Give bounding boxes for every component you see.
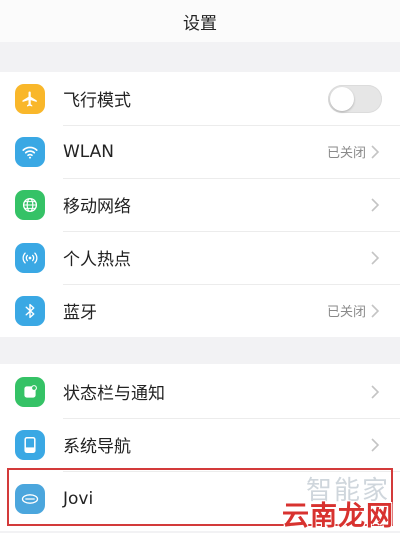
wifi-icon: [15, 136, 45, 167]
toggle-knob: [330, 86, 354, 111]
setting-label: 个人热点: [63, 250, 131, 270]
setting-label: 系统导航: [63, 437, 131, 457]
setting-row-system-navigation[interactable]: 系统导航: [0, 418, 400, 471]
setting-row-jovi[interactable]: Jovi: [0, 472, 400, 525]
top-bar: 设置: [0, 0, 400, 42]
globe-icon: [15, 189, 45, 220]
navigation-icon: [15, 429, 45, 460]
setting-label: 移动网络: [63, 197, 131, 217]
notification-icon: [15, 376, 45, 407]
setting-row-bluetooth[interactable]: 蓝牙 已关闭: [0, 284, 400, 337]
setting-row-wlan[interactable]: WLAN 已关闭: [0, 125, 400, 178]
airplane-mode-toggle[interactable]: [328, 84, 382, 113]
setting-row-personal-hotspot[interactable]: 个人热点: [0, 231, 400, 284]
hotspot-icon: [15, 242, 45, 273]
page-title: 设置: [183, 13, 217, 34]
chevron-right-icon: [371, 437, 380, 452]
airplane-icon: [15, 83, 45, 114]
setting-row-mobile-network[interactable]: 移动网络: [0, 178, 400, 231]
setting-label: 状态栏与通知: [63, 384, 165, 404]
setting-label: WLAN: [63, 141, 115, 162]
chevron-right-icon: [371, 303, 380, 318]
setting-row-status-bar-notifications[interactable]: 状态栏与通知: [0, 365, 400, 418]
chevron-right-icon: [371, 250, 380, 265]
chevron-right-icon: [371, 197, 380, 212]
settings-group-system: 状态栏与通知 系统导航 Jovi: [0, 364, 400, 531]
chevron-right-icon: [371, 384, 380, 399]
chevron-right-icon: [371, 144, 380, 159]
setting-label: 蓝牙: [63, 303, 97, 323]
setting-label: Jovi: [63, 488, 94, 509]
status-text: 已关闭: [326, 146, 366, 161]
setting-label: 飞行模式: [63, 91, 131, 111]
bluetooth-icon: [15, 295, 45, 326]
setting-row-airplane-mode[interactable]: 飞行模式: [0, 72, 400, 125]
status-text: 已关闭: [326, 305, 366, 320]
jovi-icon: [15, 483, 45, 514]
settings-group-connectivity: 飞行模式 WLAN 已关闭 移动网络 个人热点 蓝牙 已关闭: [0, 72, 400, 337]
